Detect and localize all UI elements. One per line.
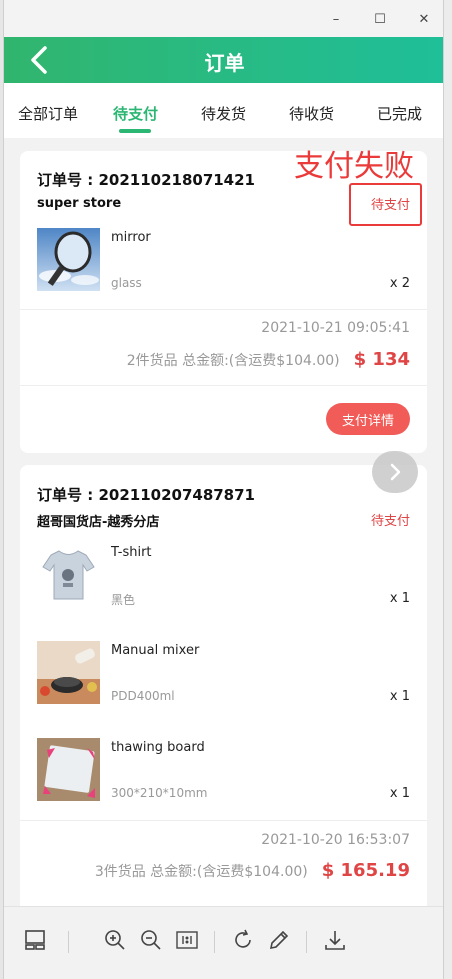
actual-size-icon	[176, 931, 198, 949]
product-quantity: x 1	[389, 591, 410, 606]
product-name: mirror	[111, 230, 151, 245]
order-item[interactable]: T-shirt 黑色 x 1	[20, 543, 427, 623]
store-name[interactable]: 超哥国货店-越秀分店	[37, 511, 159, 530]
zoom-out-icon	[141, 930, 161, 950]
product-spec: 300*210*10mm	[111, 786, 208, 800]
order-total: $ 165.19	[321, 860, 410, 881]
toolbar-divider	[68, 931, 69, 953]
order-summary-text: 2件货品 总金额:(含运费$104.00)	[126, 353, 340, 369]
annotation-box	[349, 183, 422, 226]
zoom-out-button[interactable]	[136, 925, 166, 955]
edit-button[interactable]	[264, 925, 294, 955]
order-item[interactable]: Manual mixer PDD400ml x 1	[20, 641, 427, 721]
product-name: thawing board	[111, 740, 205, 755]
order-item[interactable]: mirror glass x 2	[20, 228, 427, 308]
order-datetime: 2021-10-21 09:05:41	[261, 320, 410, 336]
close-button[interactable]: ✕	[410, 8, 438, 30]
product-name: Manual mixer	[111, 643, 200, 658]
order-number: 订单号 : 202110207487871	[37, 486, 255, 504]
tab-pending-shipment[interactable]: 待发货	[201, 103, 246, 124]
page-title: 订单	[204, 51, 245, 75]
product-name: T-shirt	[111, 545, 152, 560]
order-number: 订单号 : 202110218071421	[37, 171, 255, 189]
toolbar-divider	[214, 931, 215, 953]
product-quantity: x 1	[389, 689, 410, 704]
order-datetime: 2021-10-20 16:53:07	[261, 832, 410, 848]
divider	[20, 820, 427, 821]
toolbar-divider	[306, 931, 307, 953]
product-spec: PDD400ml	[111, 689, 175, 703]
tab-completed[interactable]: 已完成	[377, 103, 422, 124]
maximize-button[interactable]: ☐	[366, 8, 394, 30]
order-summary: 3件货品 总金额:(含运费$104.00) $ 165.19	[95, 860, 410, 881]
divider	[20, 309, 427, 310]
order-total: $ 134	[353, 349, 410, 370]
thumbnail-button[interactable]	[20, 925, 50, 955]
active-tab-indicator	[119, 129, 151, 133]
minimize-button[interactable]: –	[322, 8, 350, 30]
rotate-button[interactable]	[228, 925, 258, 955]
app-header: 订单	[4, 37, 443, 83]
thumbnail-icon	[25, 930, 45, 950]
chevron-right-icon	[390, 463, 401, 481]
product-image-thawing-board	[37, 738, 100, 801]
image-viewer-window: – ☐ ✕ 订单 全部订单 待支付 待发货 待收货 已完成 订单号 : 2021…	[3, 0, 444, 979]
order-tabs: 全部订单 待支付 待发货 待收货 已完成	[4, 83, 443, 138]
zoom-in-button[interactable]	[100, 925, 130, 955]
product-quantity: x 2	[389, 276, 410, 291]
product-spec: 黑色	[111, 593, 136, 607]
window-titlebar: – ☐ ✕	[4, 0, 443, 37]
order-summary-text: 3件货品 总金额:(含运费$104.00)	[94, 864, 308, 880]
order-status: 待支付	[370, 514, 410, 529]
tab-pending-receipt[interactable]: 待收货	[289, 103, 334, 124]
product-image-mirror	[37, 228, 100, 291]
product-spec: glass	[111, 276, 142, 290]
download-button[interactable]	[320, 925, 350, 955]
product-quantity: x 1	[389, 786, 410, 801]
download-icon	[325, 931, 345, 950]
order-summary: 2件货品 总金额:(含运费$104.00) $ 134	[127, 349, 410, 370]
annotation-label: 支付失败	[294, 149, 414, 184]
divider	[20, 385, 427, 386]
viewer-toolbar	[4, 906, 443, 979]
product-image-tshirt	[37, 543, 100, 606]
order-item[interactable]: thawing board 300*210*10mm x 1	[20, 738, 427, 818]
order-list: 订单号 : 202110218071421 super store 待支付 mi…	[4, 138, 443, 906]
tab-pending-payment[interactable]: 待支付	[113, 103, 158, 124]
tab-all-orders[interactable]: 全部订单	[18, 103, 78, 124]
order-card: 订单号 : 202110207487871 超哥国货店-越秀分店 待支付 T-s…	[20, 465, 427, 906]
zoom-in-icon	[105, 930, 125, 950]
store-name[interactable]: super store	[37, 196, 121, 211]
payment-details-button[interactable]: 支付详情	[326, 403, 410, 435]
actual-size-button[interactable]	[172, 925, 202, 955]
next-image-button[interactable]	[372, 451, 418, 493]
rotate-icon	[235, 929, 251, 948]
edit-icon	[269, 930, 289, 950]
product-image-mixer	[37, 641, 100, 704]
